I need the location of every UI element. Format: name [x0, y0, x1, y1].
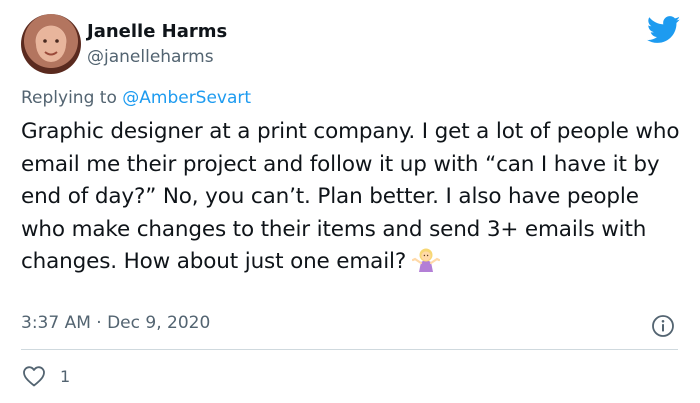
tweet-body: Graphic designer at a print company. I g… — [21, 119, 680, 274]
replying-to-line: Replying to @AmberSevart — [21, 88, 251, 108]
avatar[interactable] — [21, 14, 81, 74]
like-count: 1 — [60, 367, 71, 386]
author-name[interactable]: Janelle Harms — [87, 21, 227, 42]
author-handle[interactable]: @janelleharms — [87, 47, 214, 67]
tweet-timestamp[interactable]: 3:37 AM · Dec 9, 2020 — [21, 313, 210, 333]
info-icon[interactable] — [651, 314, 675, 338]
divider — [21, 349, 678, 350]
tweet-header: Janelle Harms @janelleharms — [21, 14, 681, 76]
heart-icon[interactable] — [22, 365, 46, 387]
tweet-text: Graphic designer at a print company. I g… — [21, 116, 686, 283]
person-shrugging-emoji — [412, 246, 441, 283]
twitter-bird-icon[interactable] — [647, 16, 681, 44]
replying-prefix: Replying to — [21, 88, 123, 108]
reply-mention-link[interactable]: @AmberSevart — [122, 88, 251, 108]
